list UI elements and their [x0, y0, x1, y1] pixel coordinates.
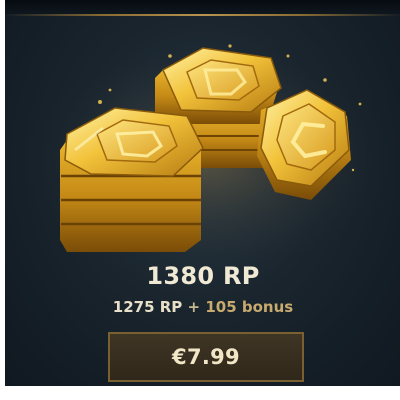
rp-offer-card[interactable]: 1380 RP 1275 RP + 105 bonus €7.99 [5, 0, 400, 386]
plus-sign: + [187, 298, 201, 316]
base-rp-amount: 1275 RP [112, 298, 183, 316]
offer-breakdown: 1275 RP + 105 bonus [5, 298, 400, 316]
offer-total-rp: 1380 RP [146, 262, 260, 290]
purchase-button[interactable]: €7.99 [108, 332, 304, 382]
price-label: €7.99 [172, 345, 240, 369]
bonus-rp-amount: 105 bonus [205, 298, 294, 316]
rp-coin-stack-icon [20, 44, 400, 270]
